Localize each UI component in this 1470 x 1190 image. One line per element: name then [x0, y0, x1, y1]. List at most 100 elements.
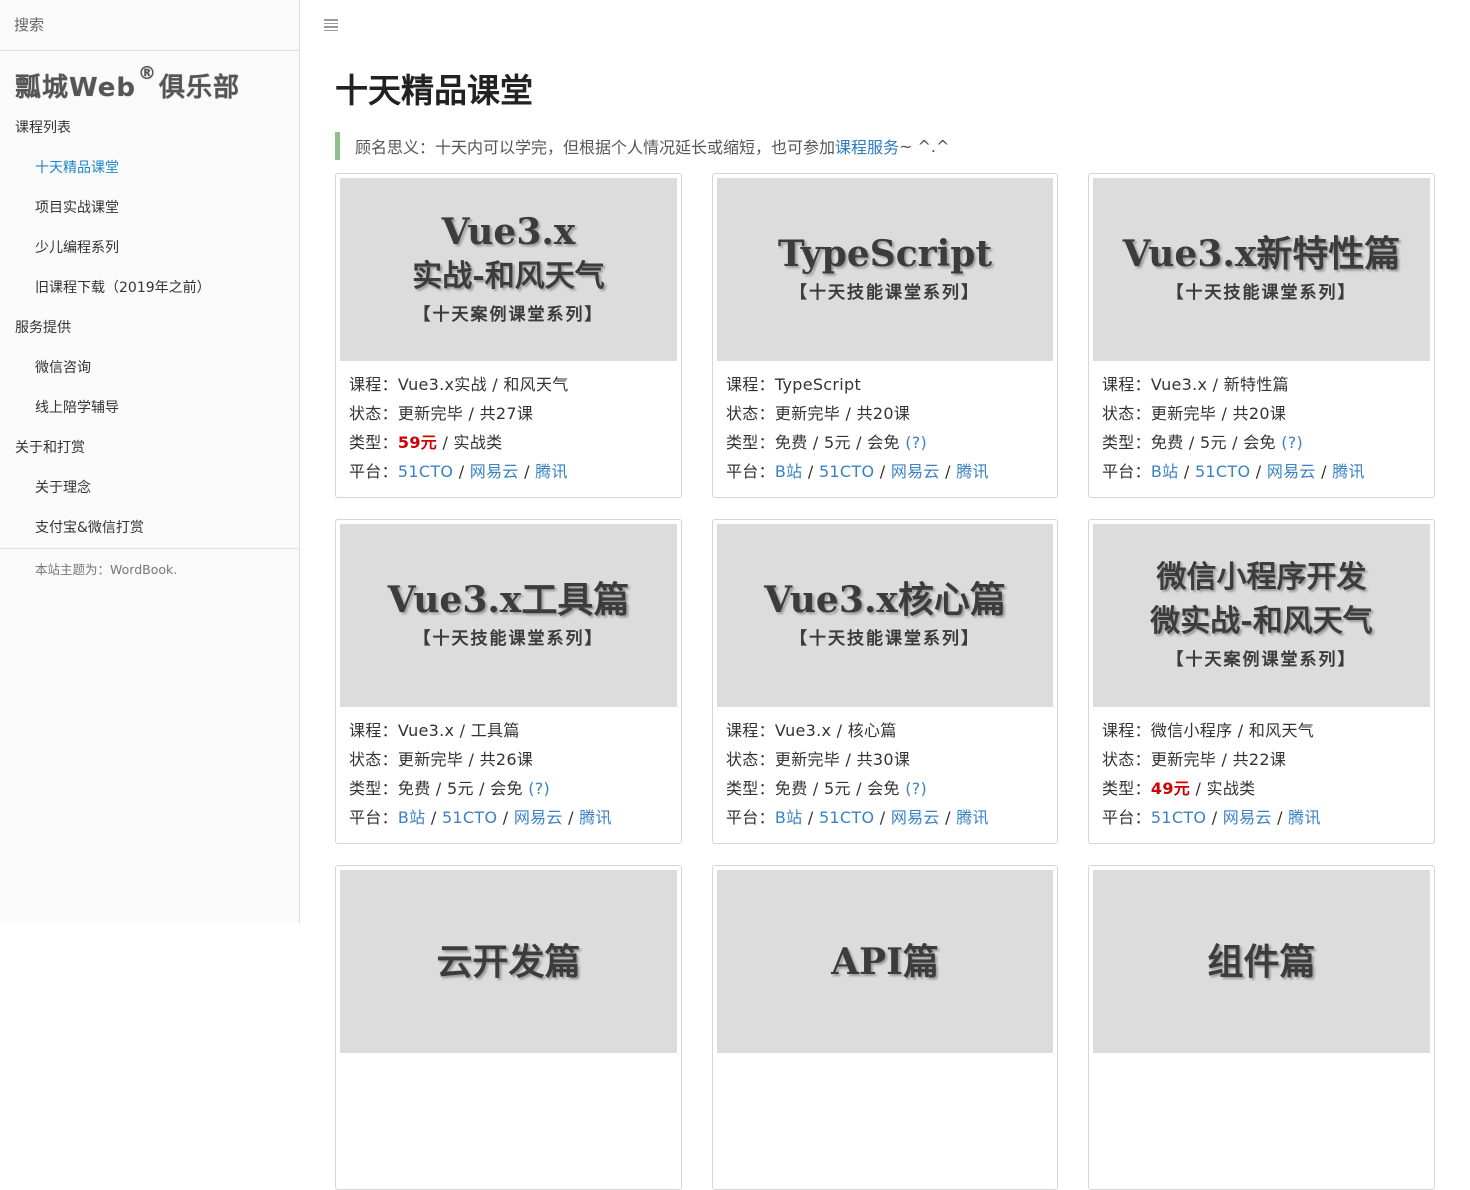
course-name-row: 课程：TypeScript — [726, 370, 1053, 399]
thumb-title: Vue3.x — [441, 210, 576, 253]
course-name: Vue3.x实战 / 和风天气 — [397, 375, 569, 394]
course-status-row: 状态：更新完毕 / 共22课 — [1102, 745, 1430, 774]
platform-link[interactable]: 网易云 — [891, 462, 940, 481]
course-card[interactable]: 组件篇 — [1088, 865, 1435, 1190]
membership-help-link[interactable]: (?) — [528, 779, 550, 798]
platform-link[interactable]: 51CTO — [1151, 808, 1206, 827]
platform-separator: / — [1206, 808, 1223, 827]
course-status-row: 状态：更新完毕 / 共30课 — [726, 745, 1053, 774]
sidebar-item[interactable]: 旧课程下载（2019年之前） — [0, 267, 299, 307]
course-label: 课程： — [726, 375, 775, 394]
platform-link[interactable]: 网易云 — [1267, 462, 1316, 481]
thumb-title: Vue3.x工具篇 — [387, 578, 630, 621]
platform-label: 平台： — [726, 462, 775, 481]
platform-link[interactable]: 51CTO — [819, 462, 874, 481]
course-card[interactable]: Vue3.x新特性篇 【十天技能课堂系列】 课程：Vue3.x / 新特性篇 状态：更… — [1088, 173, 1435, 498]
thumb-series: 【十天技能课堂系列】 — [1166, 282, 1357, 303]
course-card[interactable]: TypeScript 【十天技能课堂系列】 课程：TypeScript 状态：更新完毕… — [712, 173, 1058, 498]
course-status: 更新完毕 / 共26课 — [397, 750, 534, 769]
course-thumbnail[interactable]: 微信小程序开发 微实战-和风天气 【十天案例课堂系列】 — [1093, 524, 1430, 707]
course-thumbnail[interactable]: 组件篇 — [1093, 870, 1430, 1053]
platform-link[interactable]: B站 — [775, 808, 803, 827]
course-thumbnail[interactable]: TypeScript 【十天技能课堂系列】 — [717, 178, 1053, 361]
platform-link[interactable]: 51CTO — [1195, 462, 1250, 481]
platform-link[interactable]: B站 — [1151, 462, 1179, 481]
course-meta: 课程：TypeScript 状态：更新完毕 / 共20课 类型：免费 / 5元 / … — [717, 361, 1053, 486]
course-thumbnail[interactable]: API篇 — [717, 870, 1053, 1053]
theme-credit: 本站主题为：WordBook. — [0, 548, 299, 578]
platform-link[interactable]: B站 — [775, 462, 803, 481]
course-thumbnail[interactable]: 云开发篇 — [340, 870, 677, 1053]
course-card[interactable]: API篇 — [712, 865, 1058, 1190]
course-status-row: 状态：更新完毕 / 共26课 — [349, 745, 677, 774]
course-name-row: 课程：微信小程序 / 和风天气 — [1102, 716, 1430, 745]
platform-link[interactable]: 腾讯 — [956, 808, 989, 827]
status-label: 状态： — [726, 404, 775, 423]
course-service-link[interactable]: 课程服务 — [835, 134, 899, 158]
platform-separator: / — [1250, 462, 1267, 481]
thumb-series: 【十天技能课堂系列】 — [790, 628, 980, 649]
thumb-title: TypeScript — [777, 232, 993, 275]
membership-help-link[interactable]: (?) — [905, 779, 927, 798]
course-type: 免费 / 5元 / 会免 — [397, 779, 529, 798]
thumb-subtitle: 实战-和风天气 — [412, 258, 605, 294]
sidebar-item[interactable]: 关于理念 — [0, 467, 299, 507]
course-thumbnail[interactable]: Vue3.x新特性篇【十天技能课堂系列】 — [1093, 178, 1430, 361]
course-grid: Vue3.x 实战-和风天气 【十天案例课堂系列】 课程：Vue3.x实战 / 和风天… — [335, 173, 1435, 1190]
platform-label: 平台： — [1102, 462, 1151, 481]
platform-link[interactable]: 51CTO — [398, 462, 453, 481]
sidebar-group-label: 课程列表 — [15, 120, 71, 136]
membership-help-link[interactable]: (?) — [1281, 433, 1303, 452]
course-type-row: 类型：59元 / 实战类 — [349, 428, 677, 457]
platform-link[interactable]: 腾讯 — [956, 462, 989, 481]
sidebar-item[interactable]: 线上陪学辅导 — [0, 387, 299, 427]
status-label: 状态： — [726, 750, 775, 769]
course-card[interactable]: Vue3.x 实战-和风天气【十天案例课堂系列】课程：Vue3.x实战 / 和风天… — [335, 173, 682, 498]
course-card[interactable]: Vue3.x核心篇 【十天技能课堂系列】 课程：Vue3.x / 核心篇 状态：更新完… — [712, 519, 1058, 844]
course-thumbnail[interactable]: Vue3.x工具篇 【十天技能课堂系列】 — [340, 524, 677, 707]
platform-link[interactable]: B站 — [398, 808, 426, 827]
course-thumbnail[interactable]: Vue3.x核心篇 【十天技能课堂系列】 — [717, 524, 1053, 707]
brand-logo[interactable]: 瓢城Web ®俱乐部 — [15, 63, 240, 104]
platform-link[interactable]: 网易云 — [1223, 808, 1272, 827]
course-label: 课程： — [349, 375, 398, 394]
membership-help-link[interactable]: (?) — [905, 433, 927, 452]
menu-toggle-icon[interactable] — [324, 19, 338, 31]
platform-label: 平台： — [726, 808, 775, 827]
sidebar-item[interactable]: 微信咨询 — [0, 347, 299, 387]
search-input[interactable] — [14, 16, 285, 34]
sidebar-item[interactable]: 少儿编程系列 — [0, 227, 299, 267]
platform-link[interactable]: 51CTO — [442, 808, 497, 827]
platform-link[interactable]: 腾讯 — [1288, 808, 1321, 827]
thumb-series: 【十天案例课堂系列】 — [413, 304, 604, 325]
sidebar-item[interactable]: 十天精品课堂 — [0, 147, 299, 187]
course-name: Vue3.x / 新特性篇 — [1150, 375, 1289, 394]
platform-link[interactable]: 网易云 — [891, 808, 940, 827]
type-label: 类型： — [349, 433, 398, 452]
platform-link[interactable]: 网易云 — [514, 808, 563, 827]
platform-link[interactable]: 51CTO — [819, 808, 874, 827]
course-thumbnail[interactable]: Vue3.x 实战-和风天气【十天案例课堂系列】 — [340, 178, 677, 361]
platform-label: 平台： — [349, 808, 398, 827]
platform-separator: / — [1315, 462, 1333, 481]
platform-link[interactable]: 腾讯 — [579, 808, 612, 827]
course-name-row: 课程：Vue3.x实战 / 和风天气 — [349, 370, 677, 399]
platform-link[interactable]: 腾讯 — [535, 462, 568, 481]
platform-separator: / — [802, 808, 819, 827]
course-platform-row: 平台：B站 / 51CTO / 网易云 / 腾讯 — [726, 803, 1053, 832]
type-label: 类型： — [726, 779, 775, 798]
course-card[interactable]: 微信小程序开发 微实战-和风天气 【十天案例课堂系列】课程：微信小程序 / 和风天气… — [1088, 519, 1435, 844]
platform-separator: / — [518, 462, 536, 481]
sidebar-item[interactable]: 支付宝&微信打赏 — [0, 507, 299, 547]
sidebar-item[interactable]: 项目实战课堂 — [0, 187, 299, 227]
sidebar-nav: 课程列表 十天精品课堂 项目实战课堂 少儿编程系列 旧课程下载（2019年之前） 服务提供… — [0, 107, 299, 547]
platform-link[interactable]: 网易云 — [470, 462, 519, 481]
course-type-row: 类型：免费 / 5元 / 会免 (?) — [1102, 428, 1430, 457]
site-brand[interactable]: 瓢城Web ®俱乐部 — [0, 51, 299, 107]
course-status: 更新完毕 / 共30课 — [774, 750, 911, 769]
course-card[interactable]: 云开发篇 — [335, 865, 682, 1190]
course-label: 课程： — [726, 721, 775, 740]
platform-link[interactable]: 腾讯 — [1332, 462, 1365, 481]
thumb-title: Vue3.x新特性篇 — [1122, 232, 1401, 275]
course-card[interactable]: Vue3.x工具篇 【十天技能课堂系列】 课程：Vue3.x / 工具篇 状态：更新完… — [335, 519, 682, 844]
